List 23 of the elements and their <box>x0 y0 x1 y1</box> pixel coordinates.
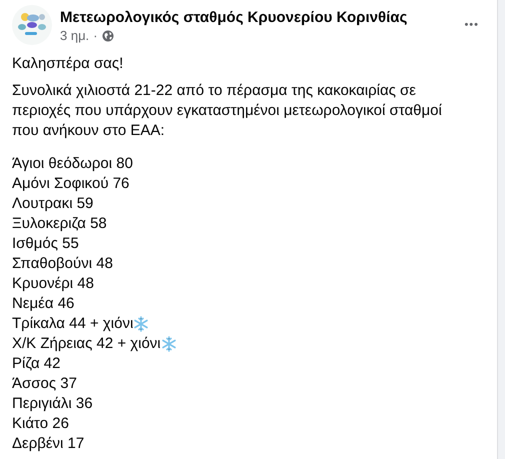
globe-icon <box>102 30 114 42</box>
station-reading: Σπαθοβούνι 48 <box>12 254 113 274</box>
station-reading: Νεμέα 46 <box>12 294 74 314</box>
station-reading: Άγιοι θεόδωροι 80 <box>12 154 133 174</box>
station-reading: Λουτρακι 59 <box>12 194 94 214</box>
greeting: Καλησπέρα σας! <box>12 54 124 74</box>
separator: · <box>93 27 98 44</box>
post-time[interactable]: 3 ημ. <box>60 27 90 44</box>
station-reading: Κρυονέρι 48 <box>12 274 94 294</box>
station-reading: Χ/Κ Ζήρειας 42 + χιόνι <box>12 334 161 354</box>
station-reading: Ισθμός 55 <box>12 234 79 254</box>
avatar[interactable] <box>12 5 52 45</box>
station-reading: Τρίκαλα 44 + χιόνι <box>12 314 134 334</box>
station-reading: Δερβένι 17 <box>12 434 84 454</box>
station-reading: Περιγιάλι 36 <box>12 394 93 414</box>
station-reading: Κιάτο 26 <box>12 414 69 434</box>
intro-text: Συνολικά χιλιοστά 21-22 από το πέρασμα της κακοκαιρίας σε περιοχές που υπάρχουν εγκαταστημένοι μετεωρολογικοί σταθμοί που ανήκουν στο ΕΑΑ: <box>12 81 443 141</box>
station-reading: Ρίζα 42 <box>12 354 60 374</box>
station-reading: Άσσος 37 <box>12 374 77 394</box>
station-reading: Ξυλοκεριζα 58 <box>12 214 107 234</box>
station-reading: Αμόνι Σοφικού 76 <box>12 174 130 194</box>
more-button[interactable]: ••• <box>458 15 485 35</box>
author-name[interactable]: Μετεωρολογικός σταθμός Κρυονερίου Κορινθίας <box>60 8 458 27</box>
